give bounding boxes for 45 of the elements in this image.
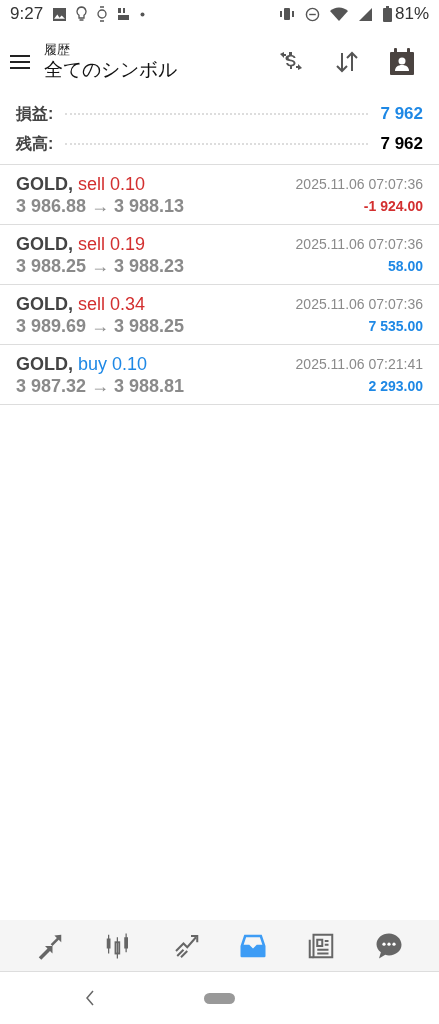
lightbulb-icon bbox=[76, 6, 88, 22]
app-icon bbox=[117, 7, 131, 21]
summary-value: 7 962 bbox=[380, 103, 423, 126]
dot-icon bbox=[140, 11, 146, 17]
screen-subtitle: 履歴 bbox=[44, 42, 71, 58]
back-icon[interactable] bbox=[85, 990, 95, 1006]
summary-label: 損益: bbox=[16, 104, 54, 124]
deal-symbol: GOLD, bbox=[16, 293, 73, 315]
deal-prices: 3 987.32 → 3 988.81 bbox=[16, 375, 185, 397]
deal-prices: 3 989.69 → 3 988.25 bbox=[16, 315, 185, 337]
deal-profit: -1 924.00 bbox=[363, 197, 423, 216]
deal-profit: 7 535.00 bbox=[368, 317, 423, 336]
deal-time: 2025.11.06 07:07:36 bbox=[295, 175, 423, 194]
deal-side-volume: sell 0.19 bbox=[78, 233, 146, 255]
deal-symbol: GOLD, bbox=[16, 173, 73, 195]
contact-card-button[interactable] bbox=[389, 48, 415, 76]
clock-time: 9:27 bbox=[10, 3, 44, 26]
deal-time: 2025.11.06 07:21:41 bbox=[295, 355, 423, 374]
deal-profit: 58.00 bbox=[387, 257, 423, 276]
deal-time: 2025.11.06 07:07:36 bbox=[295, 295, 423, 314]
deal-profit: 2 293.00 bbox=[368, 377, 423, 396]
vibrate-icon bbox=[278, 7, 295, 21]
do-not-disturb-icon bbox=[304, 6, 320, 22]
deal-symbol: GOLD, bbox=[16, 233, 73, 255]
deal-row[interactable]: GOLD, buy 0.10 3 987.32 → 3 988.81 2025.11.06 07:21:41 2 293.00 bbox=[0, 345, 439, 405]
screen-title: 全てのシンボル bbox=[44, 58, 178, 82]
deal-row[interactable]: GOLD, sell 0.34 3 989.69 → 3 988.25 2025.11.06 07:07:36 7 535.00 bbox=[0, 285, 439, 345]
summary-value: 7 962 bbox=[380, 133, 423, 156]
home-pill[interactable] bbox=[204, 992, 235, 1004]
deal-side-volume: sell 0.34 bbox=[78, 293, 146, 315]
deal-time: 2025.11.06 07:07:36 bbox=[295, 235, 423, 254]
deal-symbol: GOLD, bbox=[16, 353, 73, 375]
battery-percentage: 81% bbox=[394, 3, 429, 26]
deal-row[interactable]: GOLD, sell 0.10 3 986.88 → 3 988.13 2025.11.06 07:07:36 -1 924.00 bbox=[0, 165, 439, 225]
deal-prices: 3 986.88 → 3 988.13 bbox=[16, 195, 185, 217]
battery-icon bbox=[382, 6, 392, 22]
deal-row[interactable]: GOLD, sell 0.19 3 988.25 → 3 988.23 2025.11.06 07:07:36 58.00 bbox=[0, 225, 439, 285]
deal-prices: 3 988.25 → 3 988.23 bbox=[16, 255, 185, 277]
deal-side-volume: sell 0.10 bbox=[78, 173, 146, 195]
image-icon bbox=[53, 7, 67, 21]
watch-icon bbox=[97, 6, 108, 22]
summary-label: 残高: bbox=[16, 134, 54, 154]
signal-icon bbox=[357, 6, 373, 22]
wifi-icon bbox=[329, 6, 348, 22]
deal-side-volume: buy 0.10 bbox=[78, 353, 148, 375]
